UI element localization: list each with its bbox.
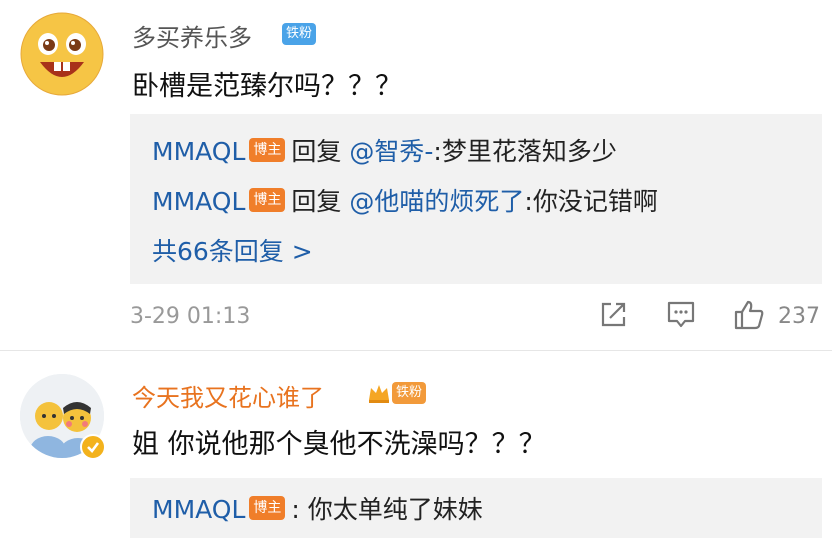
timestamp: 3-29 01:13 <box>130 304 251 329</box>
share-icon <box>601 302 626 327</box>
comment-divider <box>0 350 832 351</box>
user-avatar[interactable] <box>20 12 104 96</box>
reply-username[interactable]: MMAQL <box>152 187 245 216</box>
laughing-face-icon <box>20 12 104 96</box>
share-button[interactable] <box>598 298 630 334</box>
reply-text: :你没记错啊 <box>524 187 658 216</box>
verified-icon <box>80 434 106 460</box>
reply-mention[interactable]: @智秀- <box>349 137 433 166</box>
like-count: 237 <box>778 304 820 329</box>
reply-item[interactable]: MMAQL 博主: 你太单纯了妹妹 <box>152 490 483 526</box>
reply-box: MMAQL 博主: 你太单纯了妹妹 <box>130 478 822 538</box>
reply-username[interactable]: MMAQL <box>152 137 245 166</box>
host-badge: 博主 <box>249 138 286 162</box>
more-replies-link[interactable]: 共66条回复 > <box>152 232 313 268</box>
reply-item[interactable]: MMAQL 博主 回复 @智秀-:梦里花落知多少 <box>152 132 617 168</box>
crown-icon <box>366 380 392 410</box>
comment-button[interactable] <box>665 298 697 334</box>
reply-action: 回复 <box>291 137 342 166</box>
reply-action: 回复 <box>291 187 342 216</box>
host-badge: 博主 <box>249 188 286 212</box>
comment-text: 姐 你说他那个臭他不洗澡吗？？？ <box>132 429 546 460</box>
fan-badge: 铁粉 <box>392 382 427 404</box>
like-icon <box>734 300 764 330</box>
comment-username[interactable]: 今天我又花心谁了 <box>132 378 324 413</box>
reply-username[interactable]: MMAQL <box>152 495 245 524</box>
fan-badge: 铁粉 <box>282 23 317 45</box>
comment-text: 卧槽是范臻尔吗？？？ <box>132 71 402 102</box>
comment-username[interactable]: 多买养乐多 <box>132 18 252 53</box>
reply-item[interactable]: MMAQL 博主 回复 @他喵的烦死了:你没记错啊 <box>152 182 658 218</box>
reply-box: MMAQL 博主 回复 @智秀-:梦里花落知多少 MMAQL 博主 回复 @他喵的烦死了… <box>130 114 822 284</box>
reply-mention[interactable]: @他喵的烦死了 <box>349 187 524 216</box>
reply-text: :梦里花落知多少 <box>433 137 617 166</box>
host-badge: 博主 <box>249 496 286 520</box>
reply-text: : 你太单纯了妹妹 <box>291 495 483 524</box>
comment-meta: 3-29 01:13 237 <box>130 298 820 338</box>
like-button[interactable] <box>732 298 766 336</box>
comment-icon <box>667 301 695 328</box>
